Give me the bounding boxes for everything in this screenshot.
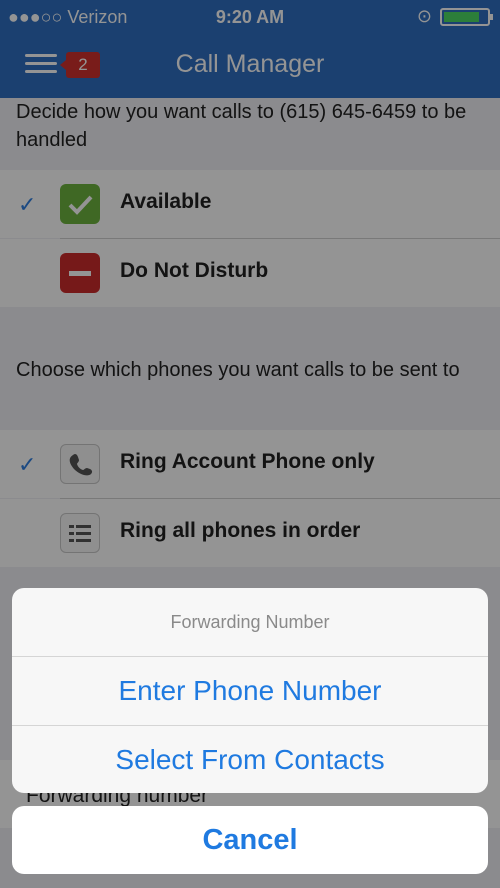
- select-from-contacts-button[interactable]: Select From Contacts: [12, 726, 488, 793]
- cancel-button[interactable]: Cancel: [12, 806, 488, 874]
- action-sheet: Forwarding Number Enter Phone Number Sel…: [12, 588, 488, 793]
- action-sheet-title: Forwarding Number: [12, 588, 488, 657]
- enter-phone-number-button[interactable]: Enter Phone Number: [12, 657, 488, 726]
